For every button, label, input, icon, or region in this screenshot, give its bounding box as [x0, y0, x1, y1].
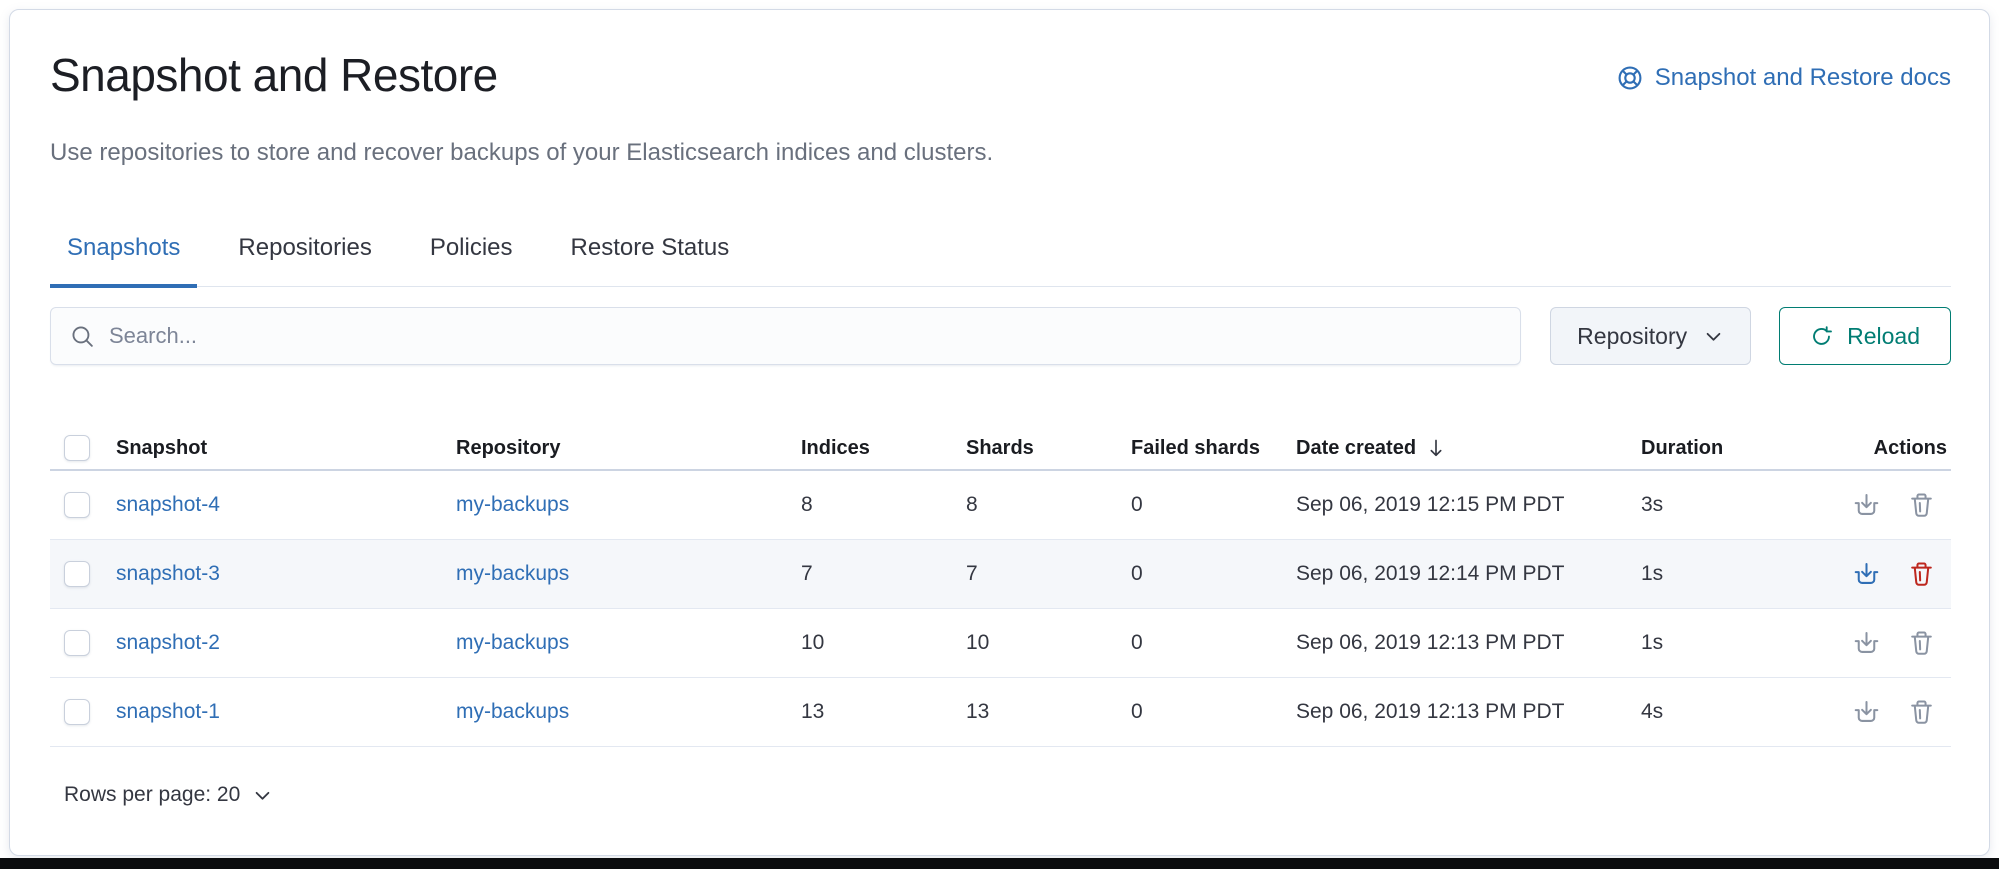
- restore-snapshot-icon[interactable]: [1853, 561, 1880, 588]
- screen-bottom-edge: [0, 858, 1999, 869]
- chevron-down-icon: [252, 785, 273, 806]
- column-header-shards[interactable]: Shards: [966, 437, 1131, 460]
- table-row: snapshot-3 my-backups 7 7 0 Sep 06, 2019…: [50, 540, 1951, 609]
- tab-bar: Snapshots Repositories Policies Restore …: [50, 224, 1951, 287]
- repository-link[interactable]: my-backups: [456, 493, 569, 516]
- page-header: Snapshot and Restore Snapshot and Restor…: [50, 48, 1951, 102]
- date-created-value: Sep 06, 2019 12:13 PM PDT: [1296, 631, 1641, 655]
- duration-value: 4s: [1641, 700, 1826, 724]
- rows-per-page-button[interactable]: Rows per page: 20: [50, 783, 273, 807]
- duration-value: 1s: [1641, 631, 1826, 655]
- indices-value: 13: [801, 700, 966, 724]
- docs-link[interactable]: Snapshot and Restore docs: [1617, 64, 1951, 92]
- row-checkbox[interactable]: [64, 699, 90, 725]
- failed-shards-value: 0: [1131, 700, 1296, 724]
- restore-snapshot-icon[interactable]: [1853, 492, 1880, 519]
- row-checkbox[interactable]: [64, 492, 90, 518]
- failed-shards-value: 0: [1131, 562, 1296, 586]
- refresh-icon: [1810, 325, 1833, 348]
- restore-snapshot-icon[interactable]: [1853, 699, 1880, 726]
- indices-value: 7: [801, 562, 966, 586]
- delete-snapshot-icon[interactable]: [1908, 699, 1935, 726]
- search-input[interactable]: [50, 307, 1521, 365]
- shards-value: 7: [966, 562, 1131, 586]
- snapshot-restore-panel: Snapshot and Restore Snapshot and Restor…: [9, 9, 1990, 856]
- indices-value: 8: [801, 493, 966, 517]
- search-icon: [70, 324, 95, 349]
- duration-value: 1s: [1641, 562, 1826, 586]
- repository-link[interactable]: my-backups: [456, 631, 569, 654]
- table-row: snapshot-2 my-backups 10 10 0 Sep 06, 20…: [50, 609, 1951, 678]
- column-header-failed-shards[interactable]: Failed shards: [1131, 437, 1296, 460]
- shards-value: 10: [966, 631, 1131, 655]
- delete-snapshot-icon[interactable]: [1908, 630, 1935, 657]
- failed-shards-value: 0: [1131, 493, 1296, 517]
- repository-filter-label: Repository: [1577, 323, 1687, 350]
- restore-snapshot-icon[interactable]: [1853, 630, 1880, 657]
- tab-repositories[interactable]: Repositories: [221, 224, 388, 288]
- row-checkbox[interactable]: [64, 630, 90, 656]
- snapshot-link[interactable]: snapshot-2: [116, 631, 220, 654]
- date-created-value: Sep 06, 2019 12:15 PM PDT: [1296, 493, 1641, 517]
- table-body: snapshot-4 my-backups 8 8 0 Sep 06, 2019…: [50, 471, 1951, 747]
- date-created-value: Sep 06, 2019 12:14 PM PDT: [1296, 562, 1641, 586]
- delete-snapshot-icon[interactable]: [1908, 492, 1935, 519]
- repository-filter-button[interactable]: Repository: [1550, 307, 1751, 365]
- delete-snapshot-icon[interactable]: [1908, 561, 1935, 588]
- help-lifering-icon: [1617, 65, 1643, 91]
- docs-link-label: Snapshot and Restore docs: [1655, 64, 1951, 92]
- reload-button-label: Reload: [1847, 323, 1920, 350]
- rows-per-page-label: Rows per page: 20: [64, 783, 240, 807]
- shards-value: 13: [966, 700, 1131, 724]
- repository-link[interactable]: my-backups: [456, 562, 569, 585]
- snapshot-link[interactable]: snapshot-3: [116, 562, 220, 585]
- table-row: snapshot-1 my-backups 13 13 0 Sep 06, 20…: [50, 678, 1951, 747]
- reload-button[interactable]: Reload: [1779, 307, 1951, 365]
- duration-value: 3s: [1641, 493, 1826, 517]
- snapshot-link[interactable]: snapshot-4: [116, 493, 220, 516]
- date-created-value: Sep 06, 2019 12:13 PM PDT: [1296, 700, 1641, 724]
- toolbar: Repository Reload: [50, 307, 1951, 365]
- chevron-down-icon: [1703, 326, 1724, 347]
- column-header-snapshot[interactable]: Snapshot: [116, 437, 456, 460]
- shards-value: 8: [966, 493, 1131, 517]
- row-checkbox[interactable]: [64, 561, 90, 587]
- tab-snapshots[interactable]: Snapshots: [50, 224, 197, 288]
- sort-descending-arrow-icon: [1425, 437, 1447, 459]
- column-header-date-created[interactable]: Date created: [1296, 437, 1641, 460]
- column-header-duration: Duration: [1641, 437, 1826, 460]
- column-header-indices[interactable]: Indices: [801, 437, 966, 460]
- column-header-repository[interactable]: Repository: [456, 437, 801, 460]
- tab-restore-status[interactable]: Restore Status: [554, 224, 747, 288]
- table-header-row: Snapshot Repository Indices Shards Faile…: [50, 427, 1951, 471]
- column-header-actions: Actions: [1826, 437, 1951, 460]
- snapshot-link[interactable]: snapshot-1: [116, 700, 220, 723]
- indices-value: 10: [801, 631, 966, 655]
- failed-shards-value: 0: [1131, 631, 1296, 655]
- tab-policies[interactable]: Policies: [413, 224, 530, 288]
- page-subtitle: Use repositories to store and recover ba…: [50, 138, 1951, 168]
- table-row: snapshot-4 my-backups 8 8 0 Sep 06, 2019…: [50, 471, 1951, 540]
- search-box: [50, 307, 1521, 365]
- select-all-checkbox[interactable]: [64, 435, 90, 461]
- repository-link[interactable]: my-backups: [456, 700, 569, 723]
- page-title: Snapshot and Restore: [50, 48, 498, 102]
